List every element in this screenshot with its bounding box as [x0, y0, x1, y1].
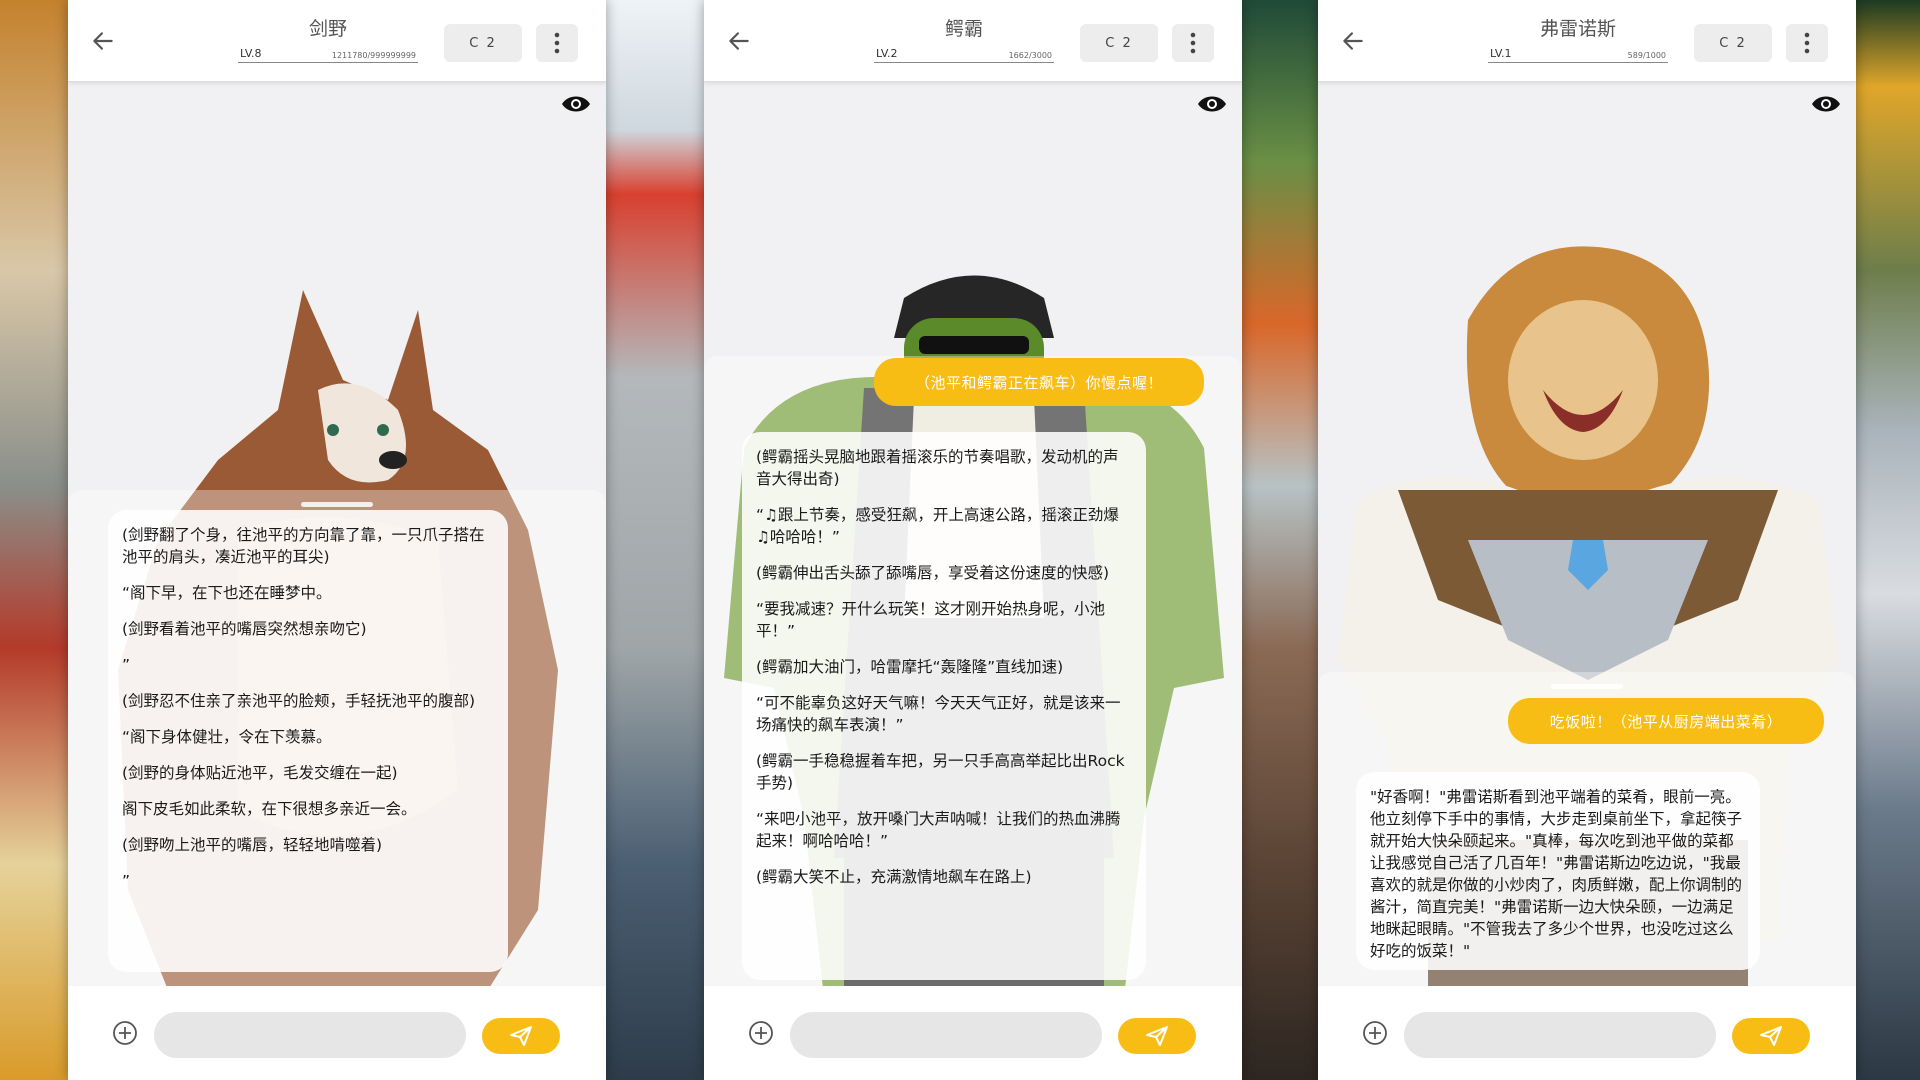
visibility-toggle[interactable]: [560, 92, 592, 116]
message-line: “要我减速？开什么玩笑！这才刚开始热身呢，小池平！”: [756, 600, 1106, 640]
more-vertical-icon: [1190, 32, 1196, 54]
xp-counter: 589/1000: [1627, 51, 1666, 60]
ai-message-card: (剑野翻了个身，往池平的方向靠了靠，一只爪子搭在池平的肩头，凑近池平的耳尖) “…: [108, 510, 508, 972]
more-menu-button[interactable]: [536, 24, 578, 62]
message-line: (剑野吻上池平的嘴唇，轻轻地啃噬着): [122, 836, 383, 854]
message-line: (剑野看着池平的嘴唇突然想亲吻它): [122, 620, 367, 638]
send-icon: [1146, 1026, 1168, 1046]
back-button[interactable]: [86, 24, 120, 58]
back-button[interactable]: [1336, 24, 1370, 58]
message-line: “阁下身体健壮，令在下羡慕。: [122, 728, 332, 746]
user-message-bubble: （池平和鳄霸正在飙车）你慢点喔！: [874, 358, 1204, 406]
more-menu-button[interactable]: [1172, 24, 1214, 62]
background-art-mid-right: [1240, 0, 1320, 1080]
level-progress: LV.2 1662/3000: [874, 47, 1054, 63]
composer-bar: [1318, 986, 1856, 1080]
xp-counter: 1662/3000: [1008, 51, 1052, 60]
message-input[interactable]: [1404, 1012, 1716, 1058]
message-line: “♫跟上节奏，感受狂飙，开上高速公路，摇滚正劲爆♫哈哈哈！”: [756, 506, 1119, 546]
add-attachment-button[interactable]: [748, 1020, 774, 1046]
eye-icon: [562, 96, 590, 112]
character-name: 剑野: [308, 18, 347, 40]
eye-icon: [1812, 96, 1840, 112]
message-line: “阁下早，在下也还在睡梦中。: [122, 584, 332, 602]
send-button[interactable]: [482, 1018, 560, 1054]
level-progress: LV.1 589/1000: [1488, 47, 1668, 63]
visibility-toggle[interactable]: [1196, 92, 1228, 116]
message-line: ”: [122, 656, 131, 674]
back-button[interactable]: [722, 24, 756, 58]
character-name: 弗雷诺斯: [1539, 18, 1616, 40]
eye-icon: [1198, 96, 1226, 112]
message-line: “可不能辜负这好天气嘛！今天天气正好，就是该来一场痛快的飙车表演！”: [756, 694, 1121, 734]
user-message-bubble: 吃饭啦！（池平从厨房端出菜肴）: [1508, 698, 1824, 744]
arrow-left-icon: [93, 32, 113, 50]
message-line: (剑野翻了个身，往池平的方向靠了靠，一只爪子搭在池平的肩头，凑近池平的耳尖): [122, 526, 485, 566]
level-progress: LV.8 1211780/999999999: [238, 47, 418, 63]
background-art-left: [0, 0, 70, 1080]
character-title: 鳄霸 LV.2 1662/3000: [874, 14, 1054, 63]
message-line: "好香啊！"弗雷诺斯看到池平端着的菜肴，眼前一亮。他立刻停下手中的事情，大步走到…: [1370, 788, 1743, 960]
send-icon: [1760, 1026, 1782, 1046]
visibility-toggle[interactable]: [1810, 92, 1842, 116]
message-line: (鳄霸加大油门，哈雷摩托“轰隆隆”直线加速): [756, 658, 1064, 676]
ai-message-card: (鳄霸摇头晃脑地跟着摇滚乐的节奏唱歌，发动机的声音大得出奇) “♫跟上节奏，感受…: [742, 432, 1146, 980]
message-line: (鳄霸一手稳稳握着车把，另一只手高高举起比出Rock手势): [756, 752, 1125, 792]
arrow-left-icon: [729, 32, 749, 50]
background-art-right: [1856, 0, 1920, 1080]
level-label: LV.2: [876, 47, 898, 60]
app-bar: 剑野 LV.8 1211780/999999999 C 2: [68, 0, 606, 82]
xp-counter: 1211780/999999999: [331, 51, 416, 60]
add-attachment-button[interactable]: [1362, 1020, 1388, 1046]
send-button[interactable]: [1118, 1018, 1196, 1054]
more-vertical-icon: [554, 32, 560, 54]
message-line: 阁下皮毛如此柔软，在下很想多亲近一会。: [122, 800, 417, 818]
ai-message-card: "好香啊！"弗雷诺斯看到池平端着的菜肴，眼前一亮。他立刻停下手中的事情，大步走到…: [1356, 772, 1760, 970]
message-line: (鳄霸大笑不止，充满激情地飙车在路上): [756, 868, 1032, 886]
character-title: 剑野 LV.8 1211780/999999999: [238, 14, 418, 63]
model-selector-button[interactable]: C 2: [1080, 24, 1158, 62]
character-title: 弗雷诺斯 LV.1 589/1000: [1488, 14, 1668, 63]
message-line: (剑野的身体贴近池平，毛发交缠在一起): [122, 764, 398, 782]
chat-panel-freynos: 弗雷诺斯 LV.1 589/1000 C 2 吃饭啦！（池平从厨房端出菜肴） "…: [1318, 0, 1856, 1080]
message-input[interactable]: [790, 1012, 1102, 1058]
plus-circle-icon: [749, 1021, 773, 1045]
plus-circle-icon: [113, 1021, 137, 1045]
message-line: ”: [122, 872, 131, 890]
drag-handle[interactable]: [1551, 684, 1623, 689]
arrow-left-icon: [1343, 32, 1363, 50]
message-line: (鳄霸伸出舌头舔了舔嘴唇，享受着这份速度的快感): [756, 564, 1110, 582]
plus-circle-icon: [1363, 1021, 1387, 1045]
chat-panel-jianye: 剑野 LV.8 1211780/999999999 C 2 (剑野翻了个身，往池…: [68, 0, 606, 1080]
level-label: LV.1: [1490, 47, 1512, 60]
composer-bar: [68, 986, 606, 1080]
composer-bar: [704, 986, 1242, 1080]
level-label: LV.8: [240, 47, 262, 60]
message-line: (鳄霸摇头晃脑地跟着摇滚乐的节奏唱歌，发动机的声音大得出奇): [756, 448, 1119, 488]
app-bar: 弗雷诺斯 LV.1 589/1000 C 2: [1318, 0, 1856, 82]
character-name: 鳄霸: [944, 18, 983, 40]
add-attachment-button[interactable]: [112, 1020, 138, 1046]
message-line: (剑野忍不住亲了亲池平的脸颊，手轻抚池平的腹部): [122, 692, 476, 710]
app-bar: 鳄霸 LV.2 1662/3000 C 2: [704, 0, 1242, 82]
drag-handle[interactable]: [301, 502, 373, 507]
message-line: “来吧小池平，放开嗓门大声呐喊！让我们的热血沸腾起来！啊哈哈哈！”: [756, 810, 1121, 850]
more-vertical-icon: [1804, 32, 1810, 54]
background-art-mid-left: [606, 0, 704, 1080]
more-menu-button[interactable]: [1786, 24, 1828, 62]
send-icon: [510, 1026, 532, 1046]
model-selector-button[interactable]: C 2: [1694, 24, 1772, 62]
chat-panel-eba: 鳄霸 LV.2 1662/3000 C 2 （池平和鳄霸正在飙车）你慢点喔！ (…: [704, 0, 1242, 1080]
send-button[interactable]: [1732, 1018, 1810, 1054]
message-input[interactable]: [154, 1012, 466, 1058]
model-selector-button[interactable]: C 2: [444, 24, 522, 62]
